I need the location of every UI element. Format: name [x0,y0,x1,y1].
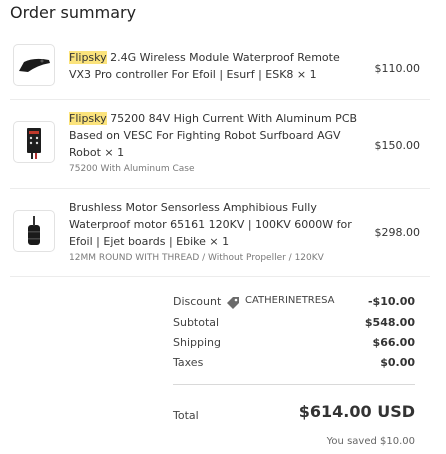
item-description: Brushless Motor Sensorless Amphibious Fu… [69,199,361,265]
subtotal-row: Subtotal $548.00 [173,316,415,332]
discount-row: Discount CATHERINETRESA -$10.00 [173,295,415,311]
motor-image [13,210,55,252]
item-price: $150.00 [374,139,421,152]
item-variant: 12MM ROUND WITH THREAD / Without Propell… [69,253,324,263]
item-price: $298.00 [374,226,421,239]
item-description: Flipsky 2.4G Wireless Module Waterproof … [69,49,361,83]
subtotal-value: $548.00 [364,316,415,329]
subtotal-label: Subtotal [173,316,220,329]
shipping-value: $66.00 [372,336,415,349]
item-separator [10,99,430,100]
order-summary-title: Order summary [10,3,137,22]
item-name: 2.4G Wireless Module Waterproof Remote V… [69,51,340,81]
discount-code: CATHERINETRESA [245,295,335,306]
item-name: 75200 84V High Current With Aluminum PCB… [69,112,358,159]
total-label: Total [173,409,199,422]
item-separator [10,188,430,189]
summary-divider [173,384,415,385]
vesc-controller-image [13,121,55,163]
item-price: $110.00 [374,62,421,75]
shipping-label: Shipping [173,336,221,349]
tag-icon [227,297,239,309]
item-name: Brushless Motor Sensorless Amphibious Fu… [69,201,352,248]
savings-note: You saved $10.00 [326,436,415,447]
order-summary-panel: Order summary Flipsky 2.4G Wireless Modu… [0,0,446,454]
item-variant: 75200 With Aluminum Case [69,164,195,174]
discount-value: -$10.00 [367,295,415,308]
taxes-row: Taxes $0.00 [173,356,415,372]
discount-label: Discount [173,295,222,308]
item-description: Flipsky 75200 84V High Current With Alum… [69,110,361,176]
remote-controller-image [13,44,55,86]
shipping-row: Shipping $66.00 [173,336,415,352]
brand-highlight: Flipsky [69,112,107,125]
total-value: $614.00 USD [298,402,415,421]
taxes-value: $0.00 [380,356,415,369]
item-separator [10,276,430,277]
brand-highlight: Flipsky [69,51,107,64]
taxes-label: Taxes [173,356,204,369]
